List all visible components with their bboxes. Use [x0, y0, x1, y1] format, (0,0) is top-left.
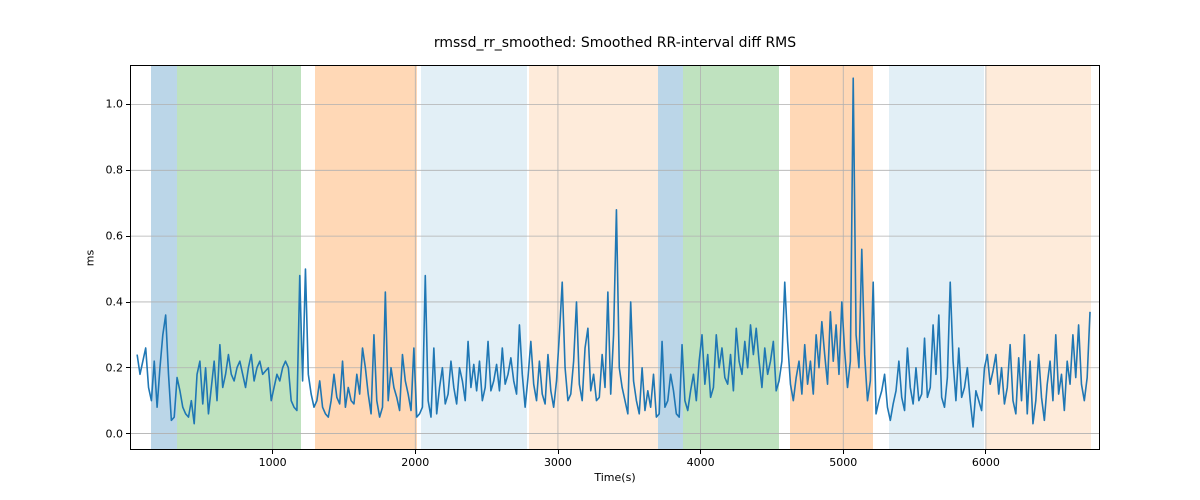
- x-axis-label: Time(s): [130, 471, 1100, 484]
- y-tick-label: 0.4: [106, 295, 131, 308]
- y-axis-label: ms: [84, 249, 97, 265]
- y-tick-label: 0.6: [106, 230, 131, 243]
- series-svg: [130, 65, 1100, 450]
- line-series: [137, 78, 1090, 427]
- y-tick-label: 0.8: [106, 164, 131, 177]
- y-tick-label: 0.0: [106, 427, 131, 440]
- chart-title: rmssd_rr_smoothed: Smoothed RR-interval …: [130, 35, 1100, 51]
- x-tick-label: 2000: [401, 450, 429, 469]
- axes-area: rmssd_rr_smoothed: Smoothed RR-interval …: [130, 65, 1100, 450]
- y-tick-label: 1.0: [106, 98, 131, 111]
- x-tick-label: 3000: [544, 450, 572, 469]
- x-tick-label: 5000: [829, 450, 857, 469]
- figure: rmssd_rr_smoothed: Smoothed RR-interval …: [0, 0, 1200, 500]
- x-tick-label: 1000: [259, 450, 287, 469]
- x-tick-label: 4000: [687, 450, 715, 469]
- y-tick-label: 0.2: [106, 361, 131, 374]
- x-tick-label: 6000: [972, 450, 1000, 469]
